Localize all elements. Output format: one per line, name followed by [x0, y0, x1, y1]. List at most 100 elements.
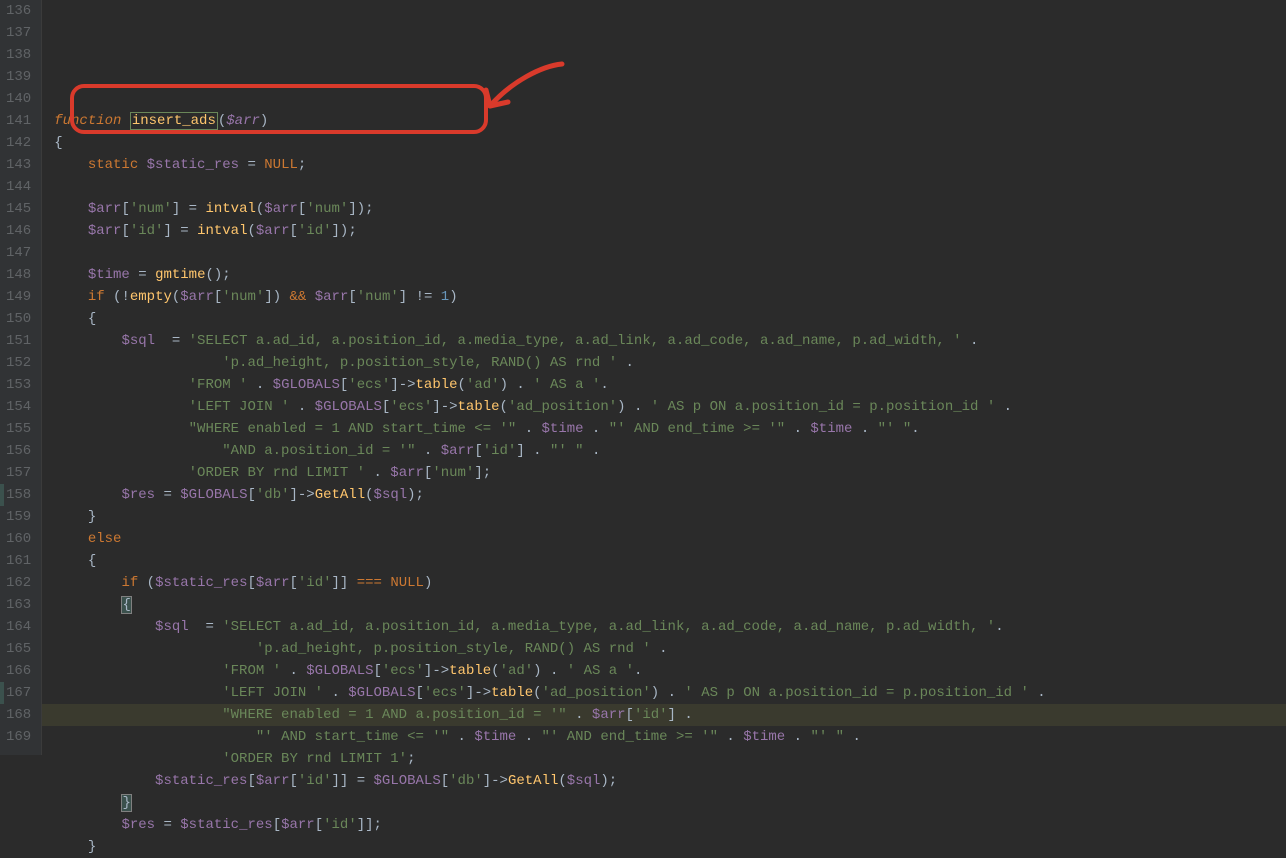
line-number[interactable]: 161	[6, 550, 31, 572]
code-line[interactable]: 'ORDER BY rnd LIMIT 1';	[54, 748, 1286, 770]
code-token	[54, 157, 88, 173]
code-token: $sql	[374, 487, 408, 503]
code-token: $time	[542, 421, 584, 437]
code-line[interactable]: "WHERE enabled = 1 AND a.position_id = '…	[42, 704, 1286, 726]
line-number[interactable]: 168	[6, 704, 31, 726]
line-number[interactable]: 155	[6, 418, 31, 440]
code-token: $arr	[441, 443, 475, 459]
code-line[interactable]: static $static_res = NULL;	[54, 154, 1286, 176]
code-line[interactable]: $sql = 'SELECT a.ad_id, a.position_id, a…	[54, 616, 1286, 638]
code-token	[54, 817, 121, 833]
code-token: $GLOBALS	[306, 663, 373, 679]
code-token	[54, 355, 222, 371]
code-line[interactable]: 'LEFT JOIN ' . $GLOBALS['ecs']->table('a…	[54, 682, 1286, 704]
line-number[interactable]: 142	[6, 132, 31, 154]
code-line[interactable]: if ($static_res[$arr['id']] === NULL)	[54, 572, 1286, 594]
code-token: ]);	[348, 201, 373, 217]
line-number[interactable]: 151	[6, 330, 31, 352]
code-line[interactable]: "AND a.position_id = '" . $arr['id'] . "…	[54, 440, 1286, 462]
code-token: 'ORDER BY rnd LIMIT 1'	[222, 751, 407, 767]
line-number[interactable]: 153	[6, 374, 31, 396]
code-line[interactable]: $static_res[$arr['id']] = $GLOBALS['db']…	[54, 770, 1286, 792]
code-token: else	[88, 531, 122, 547]
code-token: 'ad'	[466, 377, 500, 393]
code-token: $GLOBALS	[374, 773, 441, 789]
code-line[interactable]: "' AND start_time <= '" . $time . "' AND…	[54, 726, 1286, 748]
code-editor[interactable]: 1361371381391401411421431441451461471481…	[0, 0, 1286, 755]
code-token: $arr	[256, 773, 290, 789]
code-token: table	[491, 685, 533, 701]
code-line[interactable]: $time = gmtime();	[54, 264, 1286, 286]
line-number[interactable]: 143	[6, 154, 31, 176]
code-token: [	[247, 575, 255, 591]
code-line[interactable]: function insert_ads($arr)	[54, 110, 1286, 132]
code-line[interactable]: {	[54, 132, 1286, 154]
code-token: ] !=	[399, 289, 441, 305]
line-number[interactable]: 147	[6, 242, 31, 264]
code-line[interactable]: $arr['id'] = intval($arr['id']);	[54, 220, 1286, 242]
code-line[interactable]: 'ORDER BY rnd LIMIT ' . $arr['num'];	[54, 462, 1286, 484]
line-number[interactable]: 152	[6, 352, 31, 374]
line-number[interactable]: 165	[6, 638, 31, 660]
code-token: ' AS a '	[533, 377, 600, 393]
line-number[interactable]: 149	[6, 286, 31, 308]
code-line[interactable]: }	[54, 792, 1286, 814]
code-token: 'num'	[357, 289, 399, 305]
code-line[interactable]: {	[54, 308, 1286, 330]
line-number-gutter[interactable]: 1361371381391401411421431441451461471481…	[0, 0, 42, 755]
line-number[interactable]: 144	[6, 176, 31, 198]
code-line[interactable]: {	[54, 550, 1286, 572]
code-token: ) .	[500, 377, 534, 393]
line-number[interactable]: 163	[6, 594, 31, 616]
line-number[interactable]: 158	[6, 484, 31, 506]
line-number[interactable]: 157	[6, 462, 31, 484]
code-line[interactable]: }	[54, 836, 1286, 858]
code-token: (	[218, 113, 226, 129]
code-token: 'id'	[634, 707, 668, 723]
line-number[interactable]: 140	[6, 88, 31, 110]
code-token: .	[634, 663, 642, 679]
line-number[interactable]: 167	[6, 682, 31, 704]
code-line[interactable]: }	[54, 506, 1286, 528]
code-line[interactable]: $arr['num'] = intval($arr['num']);	[54, 198, 1286, 220]
line-number[interactable]: 145	[6, 198, 31, 220]
code-line[interactable]: 'LEFT JOIN ' . $GLOBALS['ecs']->table('a…	[54, 396, 1286, 418]
code-line[interactable]: 'p.ad_height, p.position_style, RAND() A…	[54, 352, 1286, 374]
code-line[interactable]: $sql = 'SELECT a.ad_id, a.position_id, a…	[54, 330, 1286, 352]
code-line[interactable]: $res = $static_res[$arr['id']];	[54, 814, 1286, 836]
code-token: (	[147, 575, 155, 591]
line-number[interactable]: 159	[6, 506, 31, 528]
code-line[interactable]: 'FROM ' . $GLOBALS['ecs']->table('ad') .…	[54, 660, 1286, 682]
line-number[interactable]: 137	[6, 22, 31, 44]
code-line[interactable]: "WHERE enabled = 1 AND start_time <= '" …	[54, 418, 1286, 440]
code-line[interactable]	[54, 176, 1286, 198]
code-line[interactable]: {	[54, 594, 1286, 616]
code-area[interactable]: function insert_ads($arr){ static $stati…	[42, 0, 1286, 755]
line-number[interactable]: 141	[6, 110, 31, 132]
code-token: .	[794, 421, 811, 437]
code-token: }	[54, 509, 96, 525]
code-line[interactable]: else	[54, 528, 1286, 550]
line-number[interactable]: 156	[6, 440, 31, 462]
line-number[interactable]: 160	[6, 528, 31, 550]
line-number[interactable]: 139	[6, 66, 31, 88]
code-line[interactable]: if (!empty($arr['num']) && $arr['num'] !…	[54, 286, 1286, 308]
code-line[interactable]: 'p.ad_height, p.position_style, RAND() A…	[54, 638, 1286, 660]
code-token: $sql	[155, 619, 189, 635]
line-number[interactable]: 148	[6, 264, 31, 286]
code-token: [	[348, 289, 356, 305]
line-number[interactable]: 154	[6, 396, 31, 418]
line-number[interactable]: 166	[6, 660, 31, 682]
code-line[interactable]	[54, 242, 1286, 264]
line-number[interactable]: 138	[6, 44, 31, 66]
line-number[interactable]: 164	[6, 616, 31, 638]
code-token: 'num'	[306, 201, 348, 217]
line-number[interactable]: 169	[6, 726, 31, 748]
code-line[interactable]: 'FROM ' . $GLOBALS['ecs']->table('ad') .…	[54, 374, 1286, 396]
line-number[interactable]: 146	[6, 220, 31, 242]
line-number[interactable]: 136	[6, 0, 31, 22]
code-line[interactable]: $res = $GLOBALS['db']->GetAll($sql);	[54, 484, 1286, 506]
code-token: .	[626, 355, 634, 371]
line-number[interactable]: 162	[6, 572, 31, 594]
line-number[interactable]: 150	[6, 308, 31, 330]
